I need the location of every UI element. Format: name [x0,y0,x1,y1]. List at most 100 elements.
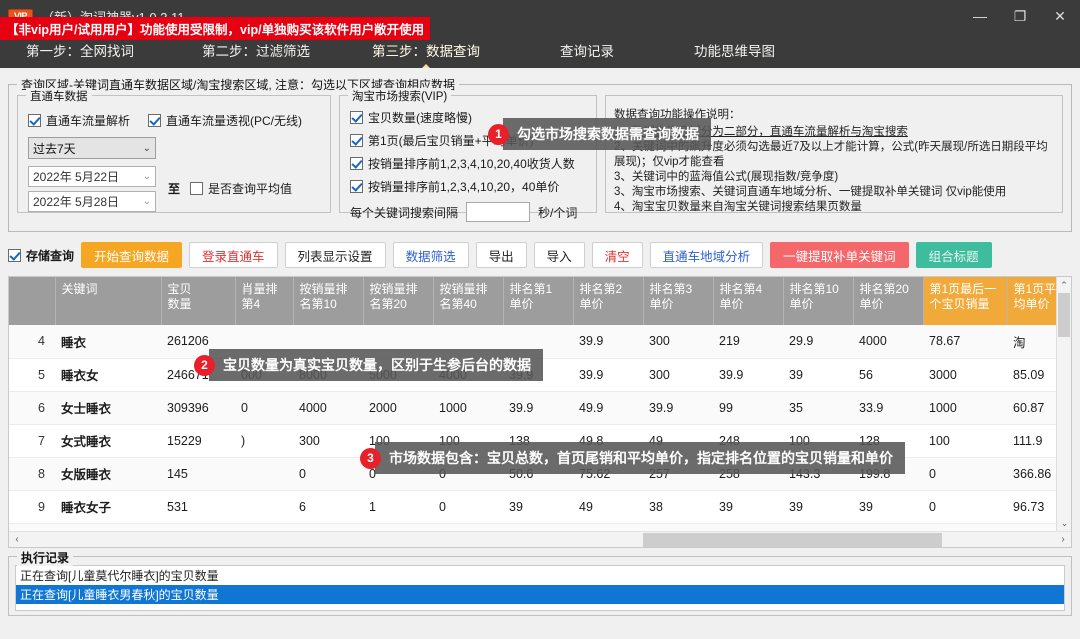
date-to-field[interactable]: 2022年 5月28日 ⌄ [28,191,156,212]
export-button[interactable]: 导出 [476,242,527,268]
checkbox-ztc-traffic-perspective[interactable]: 直通车流量透视(PC/无线) [148,112,302,129]
table-vertical-scrollbar[interactable]: ⌃ ⌄ [1056,277,1071,547]
start-query-button[interactable]: 开始查询数据 [81,242,182,268]
date-range-to-label: 至 [168,180,180,197]
instructions-line-3: 3、关键词中的蓝海值公式(展现指数/竞争度) [614,170,1054,185]
ztc-region-analysis-button[interactable]: 直通车地域分析 [650,242,764,268]
nav-item-query-history[interactable]: 查询记录 [550,32,624,68]
checkbox-sales-rank-price[interactable]: 按销量排序前1,2,3,4,10,20，40单价 [350,178,559,195]
table-column-header[interactable]: 排名第2单价 [573,277,643,325]
list-display-settings-button[interactable]: 列表显示设置 [285,242,386,268]
table-column-header[interactable]: 排名第20单价 [853,277,923,325]
table-cell-c3: 0 [293,457,363,490]
checkbox-box-icon [350,180,363,193]
window-controls: — ❐ ✕ [960,0,1080,32]
table-column-header[interactable]: 第1页最后一个宝贝销量 [923,277,1007,325]
table-cell-c5 [433,325,503,358]
import-button[interactable]: 导入 [534,242,585,268]
table-cell-c10: 39 [783,358,853,391]
table-cell-c9: 99 [713,391,783,424]
table-column-header[interactable]: 按销量排名第10 [293,277,363,325]
table-column-header[interactable]: 排名第1单价 [503,277,573,325]
combine-title-button[interactable]: 组合标题 [916,242,992,268]
checkbox-ztc-traffic-analysis[interactable]: 直通车流量解析 [28,112,130,129]
taobao-market-search-panel: 淘宝市场搜索(VIP) 宝贝数量(速度略慢) 第1页(最后宝贝销量+平均单价) … [339,95,597,213]
maximize-icon[interactable]: ❐ [1000,0,1040,32]
table-cell-idx: 7 [9,424,55,457]
table-column-header[interactable] [9,277,55,325]
checkbox-box-icon [350,157,363,170]
table-cell-c7: 39.9 [573,325,643,358]
table-cell-c7: 49.8 [573,424,643,457]
table-column-header[interactable]: 排名第4单价 [713,277,783,325]
table-column-header[interactable]: 按销量排名第20 [363,277,433,325]
checkbox-label: 是否查询平均值 [208,180,292,197]
instructions-panel: 数据查询功能操作说明： 1、数据查询区域分为二部分，直通车流量解析与淘宝搜索 2… [605,95,1063,213]
table-cell-c2: 0 [235,391,293,424]
period-select[interactable]: 过去7天 ⌄ [28,137,156,159]
search-interval-input[interactable] [466,202,530,222]
log-line-selected[interactable]: 正在查询[儿童睡衣男春秋]的宝贝数量 [16,585,1064,604]
table-column-header[interactable]: 排名第10单价 [783,277,853,325]
table-cell-c4: 1 [363,490,433,523]
table-row[interactable]: 9睡衣女子531610394938393939096.73TC [9,490,1072,523]
table-cell-c7: 75.62 [573,457,643,490]
table-column-header[interactable]: 按销量排名第40 [433,277,503,325]
scroll-left-icon[interactable]: ‹ [9,534,25,545]
table-header: 关键词宝贝数量肖量排第4按销量排名第10按销量排名第20按销量排名第40排名第1… [9,277,1072,325]
hscroll-track[interactable] [25,533,1055,547]
execution-log-list[interactable]: 正在查询[儿童莫代尔睡衣]的宝贝数量 正在查询[儿童睡衣男春秋]的宝贝数量 [15,565,1065,611]
checkbox-label: 直通车流量透视(PC/无线) [166,112,302,129]
checkbox-sales-rank-buyers[interactable]: 按销量排序前1,2,3,4,10,20,40收货人数 [350,155,575,172]
checkbox-page1-sales[interactable]: 第1页(最后宝贝销量+平均单价) [350,132,534,149]
table-cell-kw: 女式睡衣 [55,424,161,457]
table-cell-c1: 145 [161,457,235,490]
table-cell-c6 [503,325,573,358]
instructions-line-2: 2、关键词中的飙升度必须勾选最近7及以上才能计算，公式(昨天展现/所选日期段平均… [614,140,1054,170]
close-icon[interactable]: ✕ [1040,0,1080,32]
table-row[interactable]: 8女版睡衣14500050.675.62257258143.3199.80366… [9,457,1072,490]
table-cell-c2: 000 [235,358,293,391]
extract-keywords-button[interactable]: 一键提取补单关键词 [770,242,909,268]
scroll-right-icon[interactable]: › [1055,534,1071,545]
table-cell-c5: 0 [433,457,503,490]
table-row[interactable]: 4睡衣26120639.930021929.9400078.67淘 [9,325,1072,358]
date-from-field[interactable]: 2022年 5月22日 ⌄ [28,166,156,187]
table-column-header[interactable]: 关键词 [55,277,161,325]
table-cell-kw: 睡衣女 [55,358,161,391]
results-table-container: 关键词宝贝数量肖量排第4按销量排名第10按销量排名第20按销量排名第40排名第1… [8,276,1072,548]
login-ztc-button[interactable]: 登录直通车 [189,242,278,268]
checkbox-store-query[interactable]: 存储查询 [8,247,74,264]
table-cell-c4: 0 [363,457,433,490]
table-cell-c3: 6 [293,490,363,523]
table-cell-c2 [235,457,293,490]
checkbox-item-count[interactable]: 宝贝数量(速度略慢) [350,109,472,126]
table-cell-c11: 199.8 [853,457,923,490]
table-body: 4睡衣26120639.930021929.9400078.67淘5睡衣女246… [9,325,1072,548]
data-filter-button[interactable]: 数据筛选 [393,242,469,268]
clear-button[interactable]: 清空 [592,242,643,268]
table-column-header[interactable]: 宝贝数量 [161,277,235,325]
minimize-icon[interactable]: — [960,0,1000,32]
table-row[interactable]: 6女士睡衣309396040002000100039.949.939.99935… [9,391,1072,424]
vscroll-thumb[interactable] [1058,293,1070,337]
execution-log-legend: 执行记录 [17,549,73,566]
table-row[interactable]: 5睡衣女24667100080005000400039.939.930039.9… [9,358,1072,391]
scroll-up-icon[interactable]: ⌃ [1057,277,1071,293]
hscroll-thumb[interactable] [643,533,942,547]
checkbox-label: 直通车流量解析 [46,112,130,129]
table-column-header[interactable]: 排名第3单价 [643,277,713,325]
taobao-panel-legend: 淘宝市场搜索(VIP) [348,88,451,104]
table-cell-c12: 0 [923,490,1007,523]
table-row[interactable]: 7女式睡衣15229)30010010013849.84924810012810… [9,424,1072,457]
table-cell-c1: 261206 [161,325,235,358]
table-horizontal-scrollbar[interactable]: ‹ › [9,531,1071,547]
nav-item-mindmap[interactable]: 功能思维导图 [684,32,785,68]
table-column-header[interactable]: 肖量排第4 [235,277,293,325]
scroll-down-icon[interactable]: ⌄ [1057,515,1072,531]
table-cell-idx: 6 [9,391,55,424]
table-cell-kw: 睡衣 [55,325,161,358]
table-cell-c1: 309396 [161,391,235,424]
log-line[interactable]: 正在查询[儿童莫代尔睡衣]的宝贝数量 [16,566,1064,585]
checkbox-query-average[interactable]: 是否查询平均值 [190,180,292,197]
